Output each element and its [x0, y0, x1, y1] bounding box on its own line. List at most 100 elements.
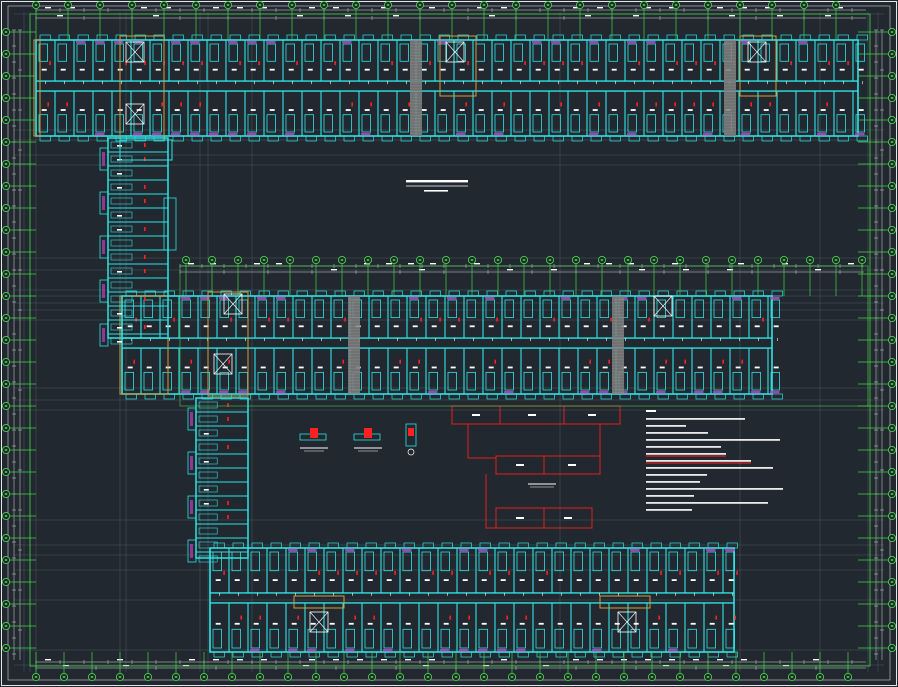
fixture [660, 570, 662, 575]
bathroom [114, 43, 124, 62]
axis-bubble-label [66, 4, 70, 6]
fixture [598, 102, 600, 107]
notes-heading [646, 410, 656, 412]
fixture [762, 317, 764, 322]
bathroom [675, 371, 685, 391]
room-label-block [345, 68, 351, 71]
fixture [610, 317, 612, 322]
fixture [354, 615, 356, 620]
bathroom [437, 114, 447, 133]
dim-text [507, 269, 513, 271]
room-label-block [326, 109, 332, 111]
fixture [503, 102, 505, 107]
bathroom [190, 114, 200, 133]
bathroom [675, 299, 685, 319]
axis-bubble-label [890, 251, 894, 253]
hatch [247, 133, 257, 136]
fixture [674, 102, 676, 107]
axis-bubble-label [146, 676, 150, 678]
room-label-block [193, 68, 199, 71]
notes-block [646, 410, 783, 511]
fixture [715, 615, 717, 620]
dim-text [57, 15, 63, 17]
hatch [250, 649, 260, 652]
cad-canvas[interactable] [0, 0, 898, 687]
fixture [750, 102, 752, 107]
floor-plan-drawing[interactable] [0, 0, 898, 687]
building-wing-middle [119, 290, 783, 400]
room-label-block [763, 109, 769, 111]
bathroom [646, 43, 656, 62]
fixture [655, 102, 657, 107]
corridor-room [110, 253, 133, 261]
bathroom [364, 551, 374, 572]
axis-bubble-label [322, 4, 326, 6]
fixture [546, 570, 548, 575]
room-label-block [234, 622, 240, 625]
bathroom [535, 628, 545, 649]
room-label-block [117, 313, 122, 315]
hatch [770, 391, 780, 394]
detail-fixture [310, 428, 318, 438]
corridor-room [110, 281, 133, 289]
room-label-block [735, 366, 741, 369]
hatch [516, 649, 526, 652]
bathroom [668, 628, 678, 649]
bathroom [535, 551, 545, 572]
dim-text [237, 659, 243, 661]
fixture [391, 61, 393, 66]
fixture [847, 61, 849, 66]
hatch [288, 649, 298, 652]
fixture [351, 102, 353, 107]
hatch [440, 649, 450, 652]
bathroom [561, 371, 571, 391]
note-line [646, 474, 707, 476]
room-label-block [462, 579, 468, 581]
bathroom [238, 371, 248, 391]
axis-bubble-label [738, 4, 742, 6]
axis-bubble-label [808, 259, 812, 261]
room-label-block [519, 579, 525, 581]
room-label-block [507, 325, 513, 328]
axis-bubble-label [834, 4, 838, 6]
bathroom [456, 114, 466, 133]
axis-bubble-label [782, 259, 786, 261]
axis-bubble-label [890, 339, 894, 341]
bathroom [276, 299, 286, 319]
fixture [144, 199, 146, 203]
room-label-block [526, 366, 532, 369]
room-label-block [573, 68, 579, 71]
fixture [259, 615, 261, 620]
room-label-block [288, 109, 294, 111]
fixture [562, 61, 564, 66]
axis-bubble-label [4, 141, 8, 143]
fixture [144, 325, 146, 329]
room-label-block [98, 109, 104, 111]
bathroom [459, 628, 469, 649]
room-label-block [155, 68, 161, 71]
axis-bubble-label [860, 259, 864, 261]
note-line [646, 453, 726, 455]
dim-text [474, 263, 480, 265]
room-label-block [421, 68, 427, 71]
dim-text [297, 15, 303, 17]
fixture [227, 515, 229, 519]
axis-bubble-label [98, 4, 102, 6]
fixture [489, 570, 491, 575]
bathroom [741, 43, 751, 62]
bathroom [212, 628, 222, 649]
drawing-title-mark [406, 180, 468, 192]
room-label-block [754, 325, 760, 328]
detail-fixture [408, 428, 414, 436]
axis-bubble-label [426, 676, 430, 678]
room-label-block [440, 68, 446, 71]
bathroom [124, 371, 134, 391]
room-label-block [535, 68, 541, 71]
room-label-block [203, 503, 209, 505]
bathroom [304, 114, 314, 133]
room-label-block [386, 622, 392, 625]
room-label-block [744, 68, 750, 71]
axis-bubble-label [890, 97, 894, 99]
bathroom [440, 628, 450, 649]
room-label-block [253, 622, 259, 625]
